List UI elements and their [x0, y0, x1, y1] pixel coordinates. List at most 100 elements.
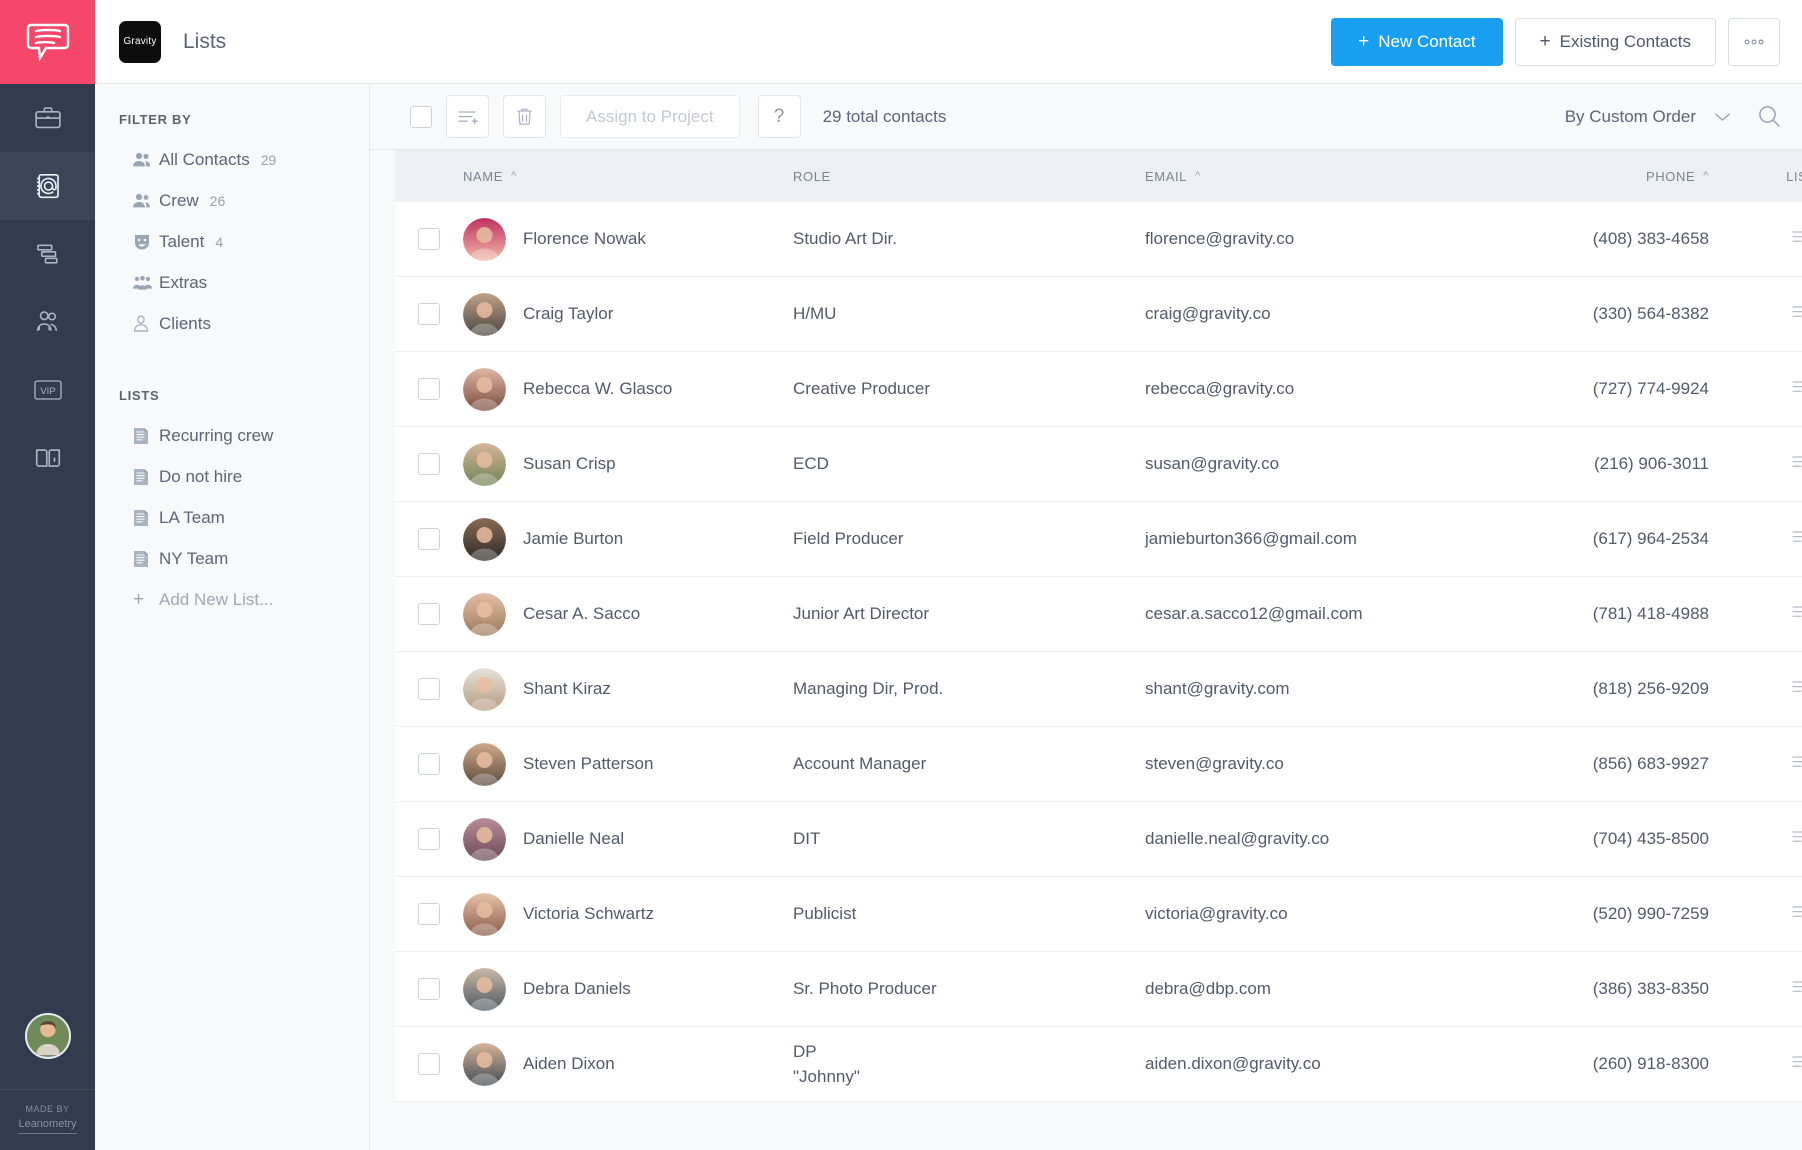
sidebar-item-guide[interactable] — [0, 424, 95, 492]
search-button[interactable] — [1757, 104, 1782, 129]
row-checkbox[interactable] — [418, 978, 440, 1000]
add-to-list-icon[interactable] — [1791, 378, 1802, 401]
add-to-list-icon[interactable] — [1791, 228, 1802, 251]
avatar[interactable] — [463, 367, 506, 411]
table-row[interactable]: Cesar A. Sacco Junior Art Director cesar… — [395, 577, 1802, 652]
row-checkbox[interactable] — [418, 1053, 440, 1075]
table-row[interactable]: Aiden Dixon DP "Johnny" aiden.dixon@grav… — [395, 1027, 1802, 1102]
sidebar-list-la-team[interactable]: LA Team — [95, 497, 369, 538]
more-options-button[interactable] — [1728, 17, 1780, 66]
brand-tile[interactable]: Gravity — [119, 20, 161, 63]
row-checkbox[interactable] — [418, 228, 440, 250]
add-to-list-icon[interactable] — [1791, 303, 1802, 326]
row-checkbox[interactable] — [418, 828, 440, 850]
sidebar-item-projects[interactable] — [0, 84, 95, 152]
contact-name: Jamie Burton — [523, 529, 624, 548]
sidebar-item-crew[interactable] — [0, 288, 95, 356]
row-checkbox[interactable] — [418, 753, 440, 775]
user-avatar[interactable] — [24, 1013, 71, 1059]
sidebar-item-contacts[interactable] — [0, 152, 95, 220]
add-to-list-icon[interactable] — [1791, 903, 1802, 926]
contact-role: Sr. Photo Producer — [793, 979, 937, 999]
sort-dropdown[interactable]: By Custom Order — [1565, 107, 1731, 127]
contact-email: florence@gravity.co — [1145, 229, 1295, 248]
select-all-checkbox[interactable] — [410, 105, 432, 128]
avatar[interactable] — [463, 967, 506, 1011]
avatar[interactable] — [463, 292, 506, 336]
add-to-list-icon[interactable] — [1791, 453, 1802, 476]
avatar[interactable] — [463, 1042, 506, 1086]
avatar[interactable] — [463, 817, 506, 861]
row-checkbox[interactable] — [418, 603, 440, 625]
cell-phone: (260) 918-8300 — [1500, 1054, 1745, 1074]
sidebar-item-all-contacts[interactable]: All Contacts 29 — [95, 139, 369, 180]
add-to-list-icon[interactable] — [1791, 1053, 1802, 1076]
help-button[interactable]: ? — [757, 95, 801, 138]
add-new-list-button[interactable]: + Add New List... — [95, 579, 369, 620]
table-row[interactable]: Craig Taylor H/MU craig@gravity.co (330)… — [395, 277, 1802, 352]
cell-list — [1745, 528, 1802, 551]
cell-phone: (520) 990-7259 — [1500, 904, 1745, 924]
add-to-list-icon[interactable] — [1791, 603, 1802, 626]
add-to-list-icon[interactable] — [1791, 753, 1802, 776]
table-row[interactable]: Rebecca W. Glasco Creative Producer rebe… — [395, 352, 1802, 427]
add-to-list-icon[interactable] — [1791, 528, 1802, 551]
contact-role: Publicist — [793, 904, 857, 924]
row-checkbox-cell — [395, 528, 463, 550]
sidebar-list-do-not-hire[interactable]: Do not hire — [95, 456, 369, 497]
app-logo[interactable] — [0, 0, 95, 84]
avatar[interactable] — [463, 892, 506, 936]
row-checkbox[interactable] — [418, 528, 440, 550]
add-to-list-icon[interactable] — [1791, 978, 1802, 1001]
sidebar-list-ny-team[interactable]: NY Team — [95, 538, 369, 579]
table-row[interactable]: Debra Daniels Sr. Photo Producer debra@d… — [395, 952, 1802, 1027]
column-header-role[interactable]: ROLE — [793, 169, 1145, 184]
sidebar-item-extras[interactable]: Extras — [95, 262, 369, 303]
sidebar-list-recurring-crew[interactable]: Recurring crew — [95, 415, 369, 456]
avatar[interactable] — [463, 517, 506, 561]
row-checkbox[interactable] — [418, 303, 440, 325]
filter-sidebar: FILTER BY All Contacts 29 Crew 26 Talent… — [95, 84, 370, 1150]
avatar[interactable] — [463, 742, 506, 786]
row-checkbox[interactable] — [418, 678, 440, 700]
table-row[interactable]: Victoria Schwartz Publicist victoria@gra… — [395, 877, 1802, 952]
sidebar-item-clients[interactable]: Clients — [95, 303, 369, 344]
table-row[interactable]: Shant Kiraz Managing Dir, Prod. shant@gr… — [395, 652, 1802, 727]
contact-role: H/MU — [793, 304, 837, 324]
new-contact-button[interactable]: + New Contact — [1331, 17, 1503, 66]
avatar[interactable] — [463, 442, 506, 486]
avatar-photo — [26, 1015, 69, 1055]
row-checkbox-cell — [395, 678, 463, 700]
assign-to-project-button[interactable]: Assign to Project — [560, 95, 740, 138]
existing-contacts-button[interactable]: + Existing Contacts — [1514, 17, 1716, 66]
row-checkbox[interactable] — [418, 378, 440, 400]
avatar[interactable] — [463, 667, 506, 711]
avatar[interactable] — [463, 217, 506, 261]
cell-list — [1745, 678, 1802, 701]
table-row[interactable]: Florence Nowak Studio Art Dir. florence@… — [395, 202, 1802, 277]
add-to-list-icon[interactable] — [1791, 678, 1802, 701]
sidebar-item-crew[interactable]: Crew 26 — [95, 180, 369, 221]
table-row[interactable]: Susan Crisp ECD susan@gravity.co (216) 9… — [395, 427, 1802, 502]
sidebar-item-talent[interactable]: Talent 4 — [95, 221, 369, 262]
delete-button[interactable] — [503, 95, 546, 138]
table-row[interactable]: Danielle Neal DIT danielle.neal@gravity.… — [395, 802, 1802, 877]
avatar[interactable] — [463, 592, 506, 636]
sidebar-item-schedule[interactable] — [0, 220, 95, 288]
table-row[interactable]: Jamie Burton Field Producer jamieburton3… — [395, 502, 1802, 577]
column-header-name[interactable]: NAME ^ — [463, 169, 793, 184]
main-area: FILTER BY All Contacts 29 Crew 26 Talent… — [95, 84, 1802, 1150]
cell-role: Junior Art Director — [793, 601, 1145, 627]
row-checkbox[interactable] — [418, 903, 440, 925]
contact-role: DP — [793, 1041, 817, 1061]
column-header-phone[interactable]: PHONE ^ — [1500, 169, 1745, 184]
cell-name: Victoria Schwartz — [463, 892, 793, 936]
add-to-list-button[interactable] — [446, 95, 489, 138]
sidebar-item-vip[interactable]: VIP — [0, 356, 95, 424]
table-row[interactable]: Steven Patterson Account Manager steven@… — [395, 727, 1802, 802]
horizontal-dots-icon — [1744, 38, 1764, 44]
add-to-list-icon[interactable] — [1791, 828, 1802, 851]
cell-email: florence@gravity.co — [1145, 229, 1500, 249]
row-checkbox[interactable] — [418, 453, 440, 475]
column-header-email[interactable]: EMAIL ^ — [1145, 169, 1500, 184]
